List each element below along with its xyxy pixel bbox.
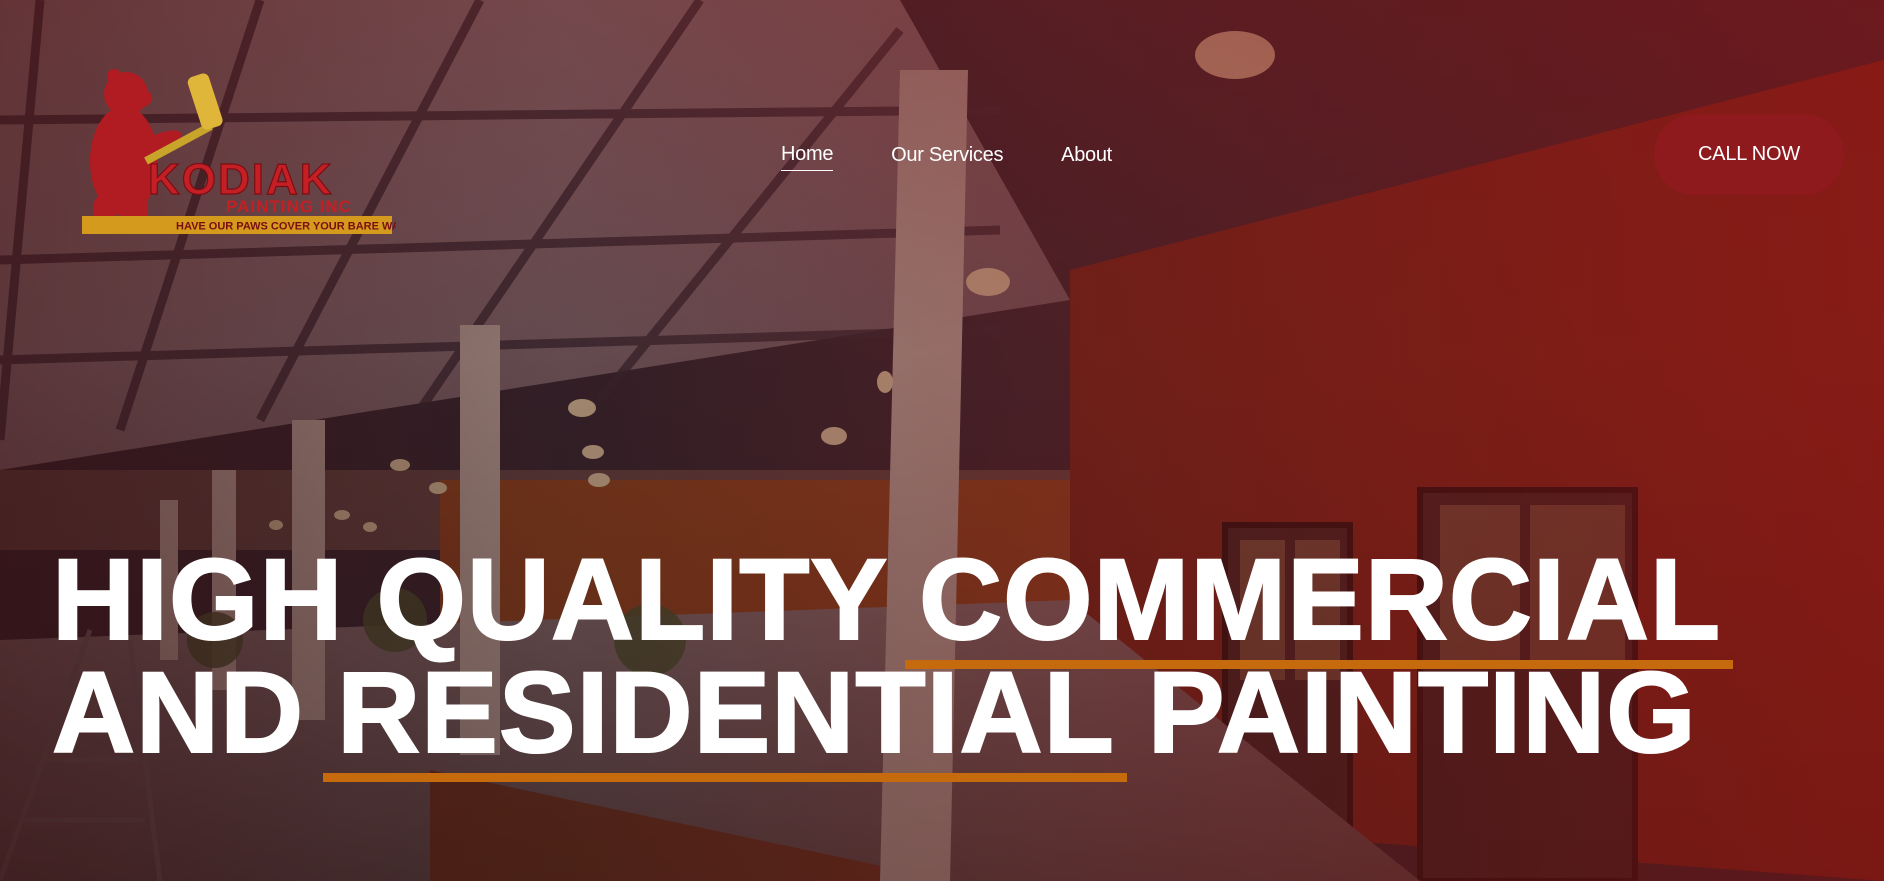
headline-highlight-residential: RESIDENTIAL bbox=[323, 649, 1127, 782]
kodiak-bear-logo-icon: KODIAK PAINTING INC HAVE OUR PAWS COVER … bbox=[82, 69, 396, 234]
site-logo[interactable]: KODIAK PAINTING INC HAVE OUR PAWS COVER … bbox=[76, 66, 396, 242]
headline-highlight-commercial: COMMERCIAL bbox=[905, 536, 1734, 669]
site-header: KODIAK PAINTING INC HAVE OUR PAWS COVER … bbox=[0, 0, 1884, 260]
nav-item-about[interactable]: About bbox=[1061, 144, 1112, 171]
call-now-button[interactable]: CALL NOW bbox=[1654, 114, 1844, 195]
main-nav: Home Our Services About bbox=[781, 143, 1112, 171]
headline-line-2: AND RESIDENTIAL PAINTING bbox=[51, 649, 1852, 782]
nav-item-our-services[interactable]: Our Services bbox=[891, 144, 1003, 171]
logo-subname: PAINTING INC bbox=[226, 197, 352, 216]
nav-item-home[interactable]: Home bbox=[781, 143, 833, 171]
logo-tagline: HAVE OUR PAWS COVER YOUR BARE WALLS bbox=[176, 221, 396, 233]
hero-section: KODIAK PAINTING INC HAVE OUR PAWS COVER … bbox=[0, 0, 1884, 881]
headline-line-1-text: HIGH QUALITY bbox=[51, 536, 920, 664]
headline-line-1: HIGH QUALITY COMMERCIAL bbox=[51, 536, 1852, 669]
headline-line-2-text-before: AND bbox=[51, 649, 338, 777]
hero-headline: HIGH QUALITY COMMERCIAL AND RESIDENTIAL … bbox=[51, 536, 1852, 782]
